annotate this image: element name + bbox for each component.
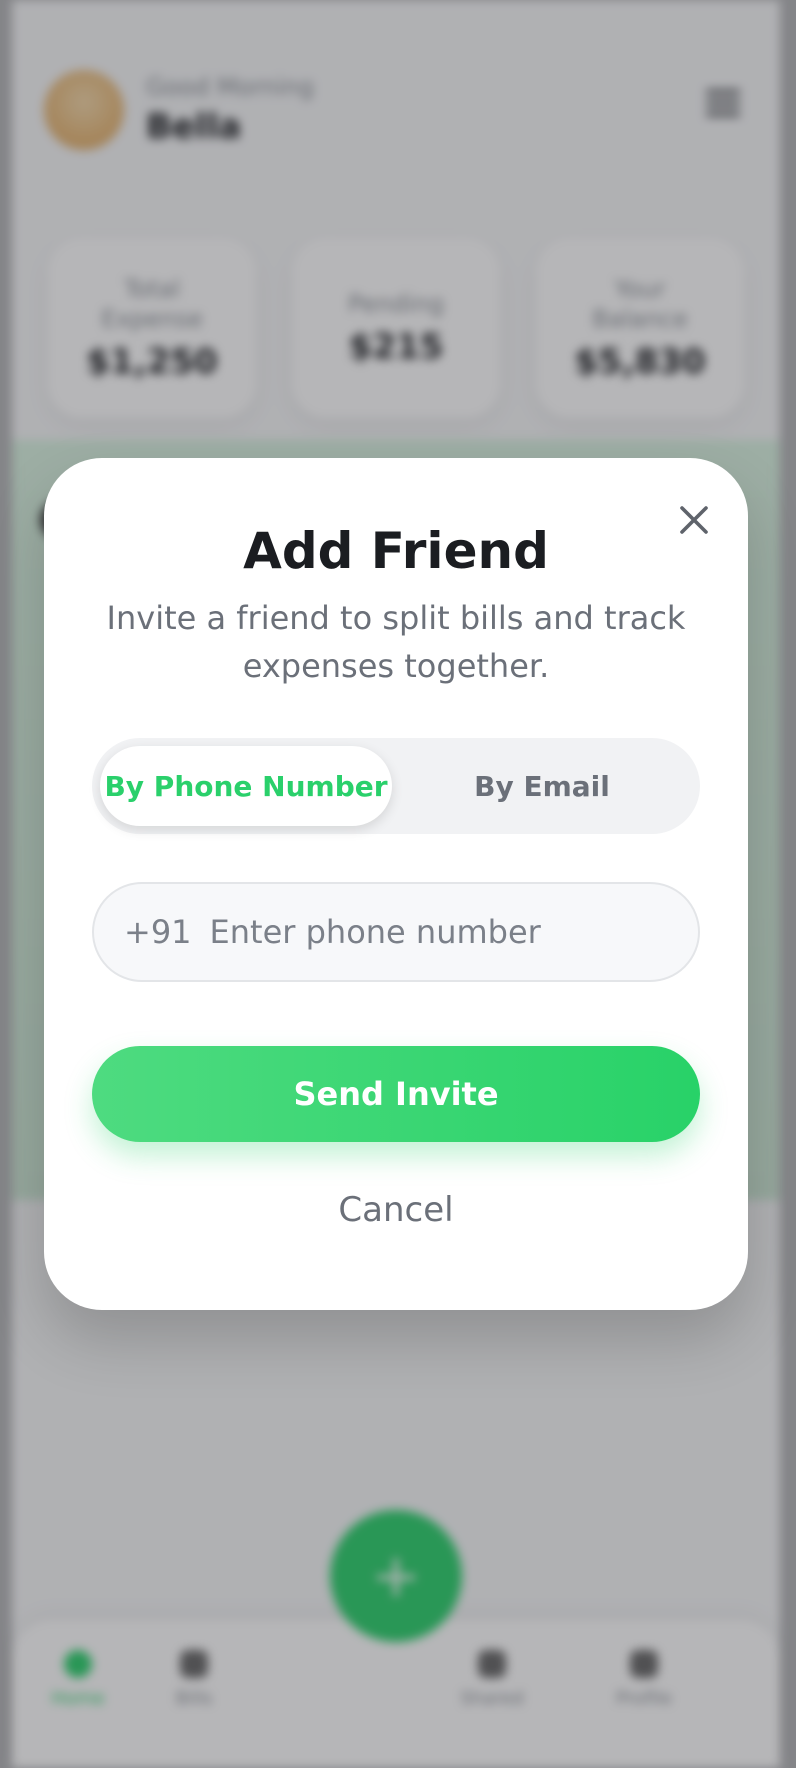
invite-method-toggle: By Phone Number By Email — [92, 738, 700, 834]
send-invite-button[interactable]: Send Invite — [92, 1046, 700, 1142]
tab-phone-number[interactable]: By Phone Number — [100, 746, 392, 826]
phone-input[interactable] — [209, 913, 698, 951]
add-friend-modal: Add Friend Invite a friend to split bill… — [44, 458, 748, 1310]
screen: Good Morning Bella Total Expense $1,250 … — [0, 0, 796, 1768]
phone-field[interactable]: +91 — [92, 882, 700, 982]
modal-subtitle: Invite a friend to split bills and track… — [106, 599, 686, 685]
tab-email[interactable]: By Email — [392, 746, 692, 826]
country-code[interactable]: +91 — [124, 913, 192, 951]
cancel-button[interactable]: Cancel — [296, 1180, 496, 1240]
modal-title: Add Friend — [243, 522, 549, 580]
